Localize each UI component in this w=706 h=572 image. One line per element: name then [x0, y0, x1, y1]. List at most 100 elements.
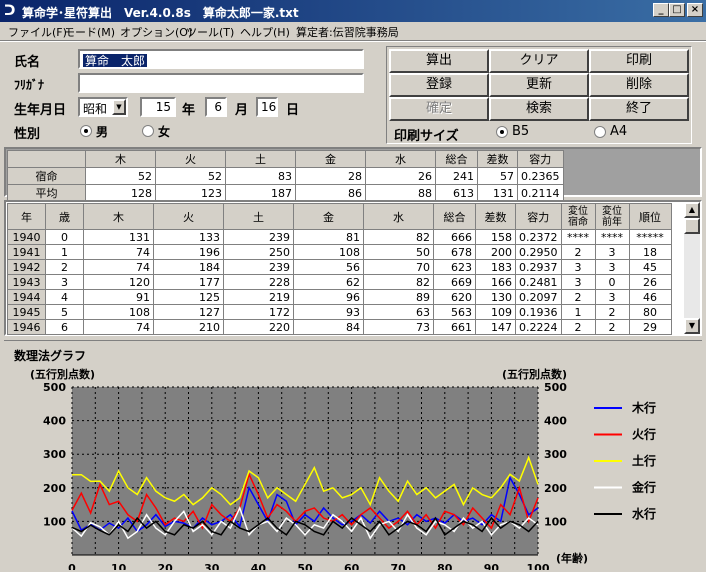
table-cell: 2 — [594, 304, 630, 320]
table-cell: 45 — [628, 259, 672, 275]
table-cell: 131 — [83, 229, 154, 245]
table-row[interactable]: 1945 5 108 127 172 93 63 563 109 0.1936 1 2 80 — [7, 304, 672, 320]
table-cell: 56 — [293, 259, 364, 275]
table-cell: 131 — [477, 184, 518, 202]
table-cell: 50 — [363, 244, 434, 260]
table-row[interactable]: 1942 2 74 184 239 56 70 623 183 0.2937 3 3 45 — [7, 259, 672, 275]
confirm-button[interactable]: 確定 — [389, 97, 489, 121]
minimize-button[interactable]: _ — [653, 3, 669, 17]
table-cell: 26 — [628, 274, 672, 290]
table-cell: 74 — [83, 244, 154, 260]
furigana-field[interactable] — [78, 73, 364, 93]
table-cell: 52 — [155, 167, 226, 185]
x-tick-label: 50 — [297, 562, 313, 570]
table-cell: 133 — [153, 229, 224, 245]
summary-header-cell: 容力 — [517, 150, 564, 168]
legend-label: 木行 — [631, 400, 656, 415]
year-field[interactable]: 15 — [140, 97, 176, 117]
scroll-down-icon[interactable]: ▼ — [684, 318, 700, 334]
table-row[interactable]: 1946 6 74 210 220 84 73 661 147 0.2224 2 2 29 — [7, 319, 672, 335]
summary-header-row: 木 火 土 金 水 総合 差数 容力 — [7, 150, 564, 168]
exit-button[interactable]: 終了 — [589, 97, 689, 121]
menu-help[interactable]: ヘルプ(H) — [240, 24, 290, 40]
table-cell: 239 — [223, 259, 294, 275]
delete-button[interactable]: 削除 — [589, 73, 689, 97]
table-cell: 158 — [475, 229, 516, 245]
menu-file[interactable]: ファイル(F) — [8, 24, 67, 40]
menu-bar: ファイル(F) モード(M) オプション(O) ツール(T) ヘルプ(H) 算定… — [0, 22, 706, 40]
table-cell: 18 — [628, 244, 672, 260]
print-button[interactable]: 印刷 — [589, 49, 689, 73]
menu-options[interactable]: オプション(O) — [120, 24, 192, 40]
x-tick-label: 60 — [344, 562, 360, 570]
search-button[interactable]: 検索 — [489, 97, 589, 121]
x-tick-label: 80 — [437, 562, 453, 570]
table-row[interactable]: 1941 1 74 196 250 108 50 678 200 0.2950 2 3 18 — [7, 244, 672, 260]
table-row[interactable]: 平均 128 123 187 86 88 613 131 0.2114 — [7, 184, 564, 202]
close-button[interactable]: × — [687, 3, 703, 17]
table-cell: 26 — [365, 167, 436, 185]
table-cell: 0.2937 — [515, 259, 562, 275]
x-tick-label: 30 — [204, 562, 220, 570]
table-cell: 620 — [433, 289, 476, 305]
name-field[interactable]: 算命 太郎 — [78, 49, 364, 69]
table-cell: 2 — [560, 319, 596, 335]
menu-separator — [0, 40, 706, 42]
table-cell: 0.2224 — [515, 319, 562, 335]
menu-mode[interactable]: モード(M) — [64, 24, 115, 40]
table-cell: 220 — [223, 319, 294, 335]
day-field[interactable]: 16 — [256, 97, 278, 117]
x-tick-label: 90 — [484, 562, 500, 570]
graph-title: 数理法グラフ — [14, 348, 86, 363]
table-cell: 62 — [293, 274, 364, 290]
print-a4-radio[interactable] — [594, 126, 606, 138]
table-cell: 0.2950 — [515, 244, 562, 260]
print-b5-label: B5 — [512, 124, 530, 139]
table-row[interactable]: 1944 4 91 125 219 96 89 620 130 0.2097 2 3 46 — [7, 289, 672, 305]
table-cell: 3 — [45, 274, 84, 290]
table-cell: 0.2114 — [517, 184, 564, 202]
table-cell: 219 — [223, 289, 294, 305]
table-cell: 0 — [594, 274, 630, 290]
right-axis-unit: (五行別点数) — [502, 367, 567, 381]
maximize-button[interactable]: □ — [669, 3, 685, 17]
summary-header-cell — [7, 150, 86, 168]
yearly-header-cell: 変位宿命 — [560, 203, 596, 230]
table-cell: 250 — [223, 244, 294, 260]
gender-male-radio[interactable] — [80, 125, 92, 137]
table-row[interactable]: 1940 0 131 133 239 81 82 666 158 0.2372 **** **** **… — [7, 229, 672, 245]
register-button[interactable]: 登録 — [389, 73, 489, 97]
clear-button[interactable]: クリア — [489, 49, 589, 73]
month-field[interactable]: 6 — [205, 97, 227, 117]
update-button[interactable]: 更新 — [489, 73, 589, 97]
table-cell: 6 — [45, 319, 84, 335]
table-cell: 63 — [363, 304, 434, 320]
title-bar: ᑐ 算命学･星符算出 Ver.4.0.8s 算命太郎一家.txt _ □ × — [0, 0, 706, 22]
table-cell: 0 — [45, 229, 84, 245]
summary-table: 木 火 土 金 水 総合 差数 容力 宿命 52 52 83 28 26 241… — [7, 150, 564, 202]
scroll-up-icon[interactable]: ▲ — [684, 202, 700, 218]
table-cell: 86 — [295, 184, 366, 202]
table-cell: 3 — [594, 259, 630, 275]
table-row[interactable]: 宿命 52 52 83 28 26 241 57 0.2365 — [7, 167, 564, 185]
table-cell: 88 — [365, 184, 436, 202]
table-cell: 3 — [594, 289, 630, 305]
table-cell: 0.1936 — [515, 304, 562, 320]
y-tick-label-right: 100 — [544, 515, 567, 528]
scroll-thumb[interactable] — [684, 218, 700, 234]
table-cell: 0.2481 — [515, 274, 562, 290]
table-cell: 83 — [225, 167, 296, 185]
table-cell: ***** — [628, 229, 672, 245]
yearly-header-cell: 差数 — [475, 203, 516, 230]
yearly-header-cell: 順位 — [628, 203, 672, 230]
print-b5-radio[interactable] — [496, 126, 508, 138]
table-row[interactable]: 1943 3 120 177 228 62 82 669 166 0.2481 3 0 26 — [7, 274, 672, 290]
table-cell: 80 — [628, 304, 672, 320]
table-cell: 669 — [433, 274, 476, 290]
gender-male-label: 男 — [96, 125, 109, 139]
y-tick-label-right: 500 — [544, 381, 567, 394]
calc-button[interactable]: 算出 — [389, 49, 489, 73]
menu-tools[interactable]: ツール(T) — [186, 24, 234, 40]
chevron-down-icon[interactable]: ▼ — [112, 99, 126, 115]
gender-female-radio[interactable] — [142, 125, 154, 137]
